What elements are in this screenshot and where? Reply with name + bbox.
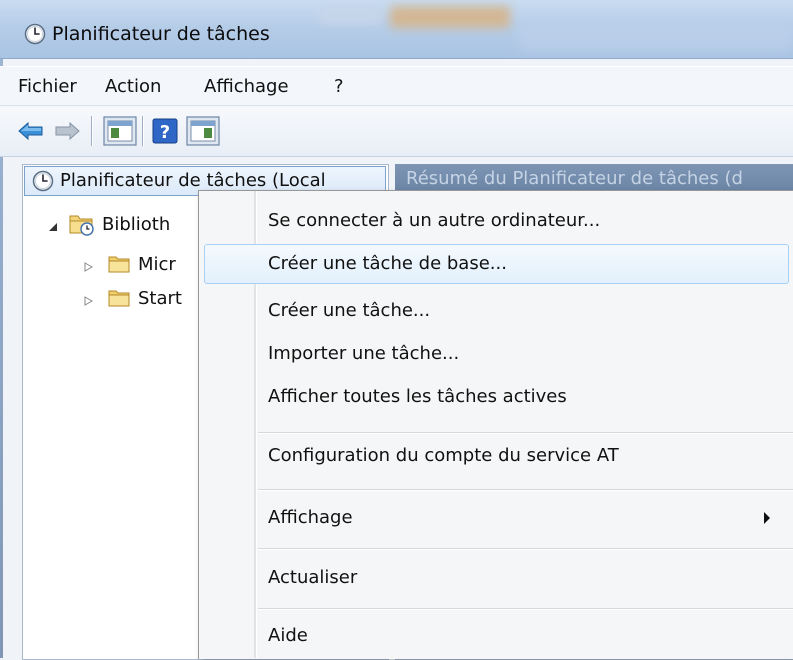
- menu-item-help[interactable]: Aide: [268, 624, 308, 648]
- summary-pane-title: Résumé du Planificateur de tâches (d: [406, 168, 743, 189]
- expanded-triangle-icon[interactable]: [48, 222, 58, 232]
- clock-icon: [32, 170, 54, 192]
- tree-item-library-label[interactable]: Biblioth: [102, 213, 170, 237]
- clock-icon: [24, 23, 46, 45]
- menu-action[interactable]: Action: [105, 76, 161, 98]
- show-hide-action-pane-icon[interactable]: [186, 116, 220, 146]
- folder-icon: [108, 256, 130, 273]
- show-hide-console-tree-icon[interactable]: [103, 116, 137, 146]
- submenu-arrow-icon: [764, 512, 770, 524]
- window-title: Planificateur de tâches: [52, 23, 270, 45]
- menu-separator: [258, 489, 793, 491]
- svg-text:?: ?: [160, 122, 170, 143]
- toolbar-separator: [91, 116, 92, 146]
- toolbar-separator: [142, 116, 143, 146]
- menu-separator: [258, 548, 793, 550]
- menu-separator: [258, 432, 793, 434]
- menu-item-refresh[interactable]: Actualiser: [268, 566, 357, 590]
- forward-arrow-icon[interactable]: [52, 116, 82, 146]
- menu-item-connect-computer[interactable]: Se connecter à un autre ordinateur...: [268, 209, 600, 233]
- menu-fichier[interactable]: Fichier: [18, 76, 77, 98]
- menu-bar: Fichier Action Affichage ?: [0, 66, 793, 106]
- folder-icon: [108, 290, 130, 307]
- menu-affichage[interactable]: Affichage: [204, 76, 289, 98]
- collapsed-triangle-icon[interactable]: [84, 262, 93, 272]
- back-arrow-icon[interactable]: [16, 116, 46, 146]
- menu-help[interactable]: ?: [334, 76, 344, 98]
- tree-item-child-label[interactable]: Micr: [138, 253, 176, 277]
- menu-item-display-active-tasks[interactable]: Afficher toutes les tâches actives: [268, 385, 567, 409]
- task-library-folder-icon: [69, 215, 94, 236]
- menu-item-view[interactable]: Affichage: [268, 506, 353, 530]
- tree-item-child-label[interactable]: Start: [138, 287, 182, 311]
- menu-item-create-task[interactable]: Créer une tâche...: [268, 299, 430, 323]
- collapsed-triangle-icon[interactable]: [84, 296, 93, 306]
- menu-separator: [258, 608, 793, 610]
- menu-item-create-basic-task[interactable]: Créer une tâche de base...: [268, 252, 507, 276]
- help-icon[interactable]: ?: [150, 116, 180, 146]
- menu-item-import-task[interactable]: Importer une tâche...: [268, 342, 459, 366]
- toolbar: ?: [0, 106, 793, 157]
- menu-item-at-service-account[interactable]: Configuration du compte du service AT: [268, 444, 619, 468]
